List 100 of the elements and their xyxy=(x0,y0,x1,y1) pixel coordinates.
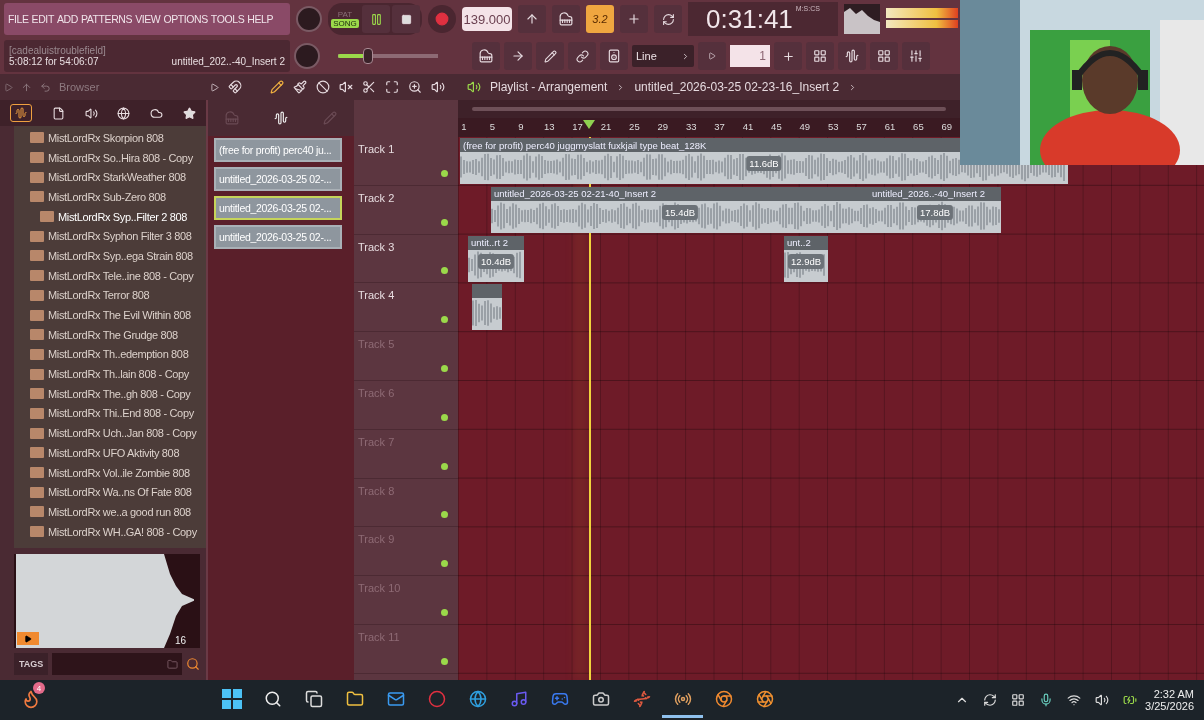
playhead-marker-icon[interactable] xyxy=(583,120,595,129)
timeline-ruler[interactable]: 1 5 9 13 17 21 25 29 33 37 41 45 49 53 57 61 65 69 xyxy=(458,118,960,137)
track-led-icon[interactable] xyxy=(441,169,448,177)
track-led-icon[interactable] xyxy=(441,462,448,470)
mp3-file-icon xyxy=(30,191,44,203)
sync-icon xyxy=(983,693,998,707)
preview-length: 16 xyxy=(174,635,186,646)
menu-item[interactable]: HELP xyxy=(247,13,274,25)
curve-button[interactable] xyxy=(536,42,564,70)
track-name[interactable]: Track 1 xyxy=(358,143,395,185)
browser-item[interactable]: MistLordRx StarkWeather 808 xyxy=(14,167,206,188)
menu-item[interactable]: PATTERNS xyxy=(80,13,133,25)
gain-label: 17.8dB xyxy=(916,204,954,220)
bar-number: 13 xyxy=(543,121,555,132)
browser-item[interactable]: MistLordRx Th..lain 808 - Copy xyxy=(14,364,206,384)
piano-roll-button[interactable] xyxy=(838,42,866,70)
browser-item[interactable]: MistLordRx The Grudge 808 xyxy=(14,324,206,345)
add-pattern-button[interactable] xyxy=(774,42,802,70)
browser-item[interactable]: MistLordRx Wa..ns Of Fate 808 xyxy=(14,482,206,503)
speaker-button[interactable] xyxy=(600,42,628,70)
loop-button[interactable] xyxy=(654,5,682,33)
menu-item[interactable]: ADD xyxy=(56,13,78,25)
keyboard-button[interactable] xyxy=(472,42,500,70)
browser-item[interactable]: MistLordRx Terror 808 xyxy=(14,285,206,306)
menu-item[interactable]: TOOLS xyxy=(210,13,245,25)
browser-item[interactable]: MistLordRx So..Hira 808 - Copy xyxy=(14,147,206,168)
menu-item[interactable]: EDIT xyxy=(31,13,54,25)
browser-item[interactable]: MistLordRx Uch..Jan 808 - Copy xyxy=(14,423,206,443)
track-led-icon[interactable] xyxy=(441,365,448,372)
sliders-icon xyxy=(909,49,923,63)
scrollbar[interactable] xyxy=(458,100,960,118)
browser-item[interactable]: MistLordRx we..a good run 808 xyxy=(14,502,206,522)
audio-clip[interactable] xyxy=(472,284,502,331)
browser-item[interactable]: MistLordRx Vol..ile Zombie 808 xyxy=(14,462,206,483)
browser-item[interactable]: MistLordRx Syp..Filter 2 808 xyxy=(14,206,206,227)
pattern-title: untitled_2026-03-25 02-23-16_Insert 2 xyxy=(634,80,840,94)
slider-thumb[interactable] xyxy=(363,48,373,64)
menu-item[interactable]: VIEW xyxy=(135,13,161,25)
track-led-icon[interactable] xyxy=(441,316,448,324)
browser-item[interactable]: MistLordRx Skorpion 808 xyxy=(14,128,206,148)
snap-select[interactable]: Line xyxy=(632,45,694,67)
track-led-icon[interactable] xyxy=(441,608,448,616)
track-name[interactable]: Track 4 xyxy=(358,289,395,332)
audio-clip[interactable]: untitled_2026..-40_Insert 2 17.8dB xyxy=(869,186,1001,233)
arrow-button[interactable] xyxy=(504,42,532,70)
stop-button[interactable] xyxy=(392,5,420,33)
knob[interactable] xyxy=(296,6,322,32)
audio-clip[interactable]: untit..rt 2 10.4dB xyxy=(468,235,524,282)
browser-item[interactable]: MistLordRx Th..edemption 808 xyxy=(14,344,206,365)
play-icon xyxy=(4,82,13,92)
record-button[interactable] xyxy=(428,5,456,33)
arrangement-grid[interactable]: (free for profit) perc40 juggmyslatt fuxkjail type beat_128K 11.6dB untitled_2026-03-25 02-21-40_Insert 2 15.4dB untitled_2026..-40_Insert 2 17.8dB untit..rt 2 10.4dB unt..2 12.9dB xyxy=(458,137,1204,680)
wait-button[interactable] xyxy=(552,5,580,33)
clip-title: untit..rt 2 xyxy=(468,235,524,250)
track-led-icon[interactable] xyxy=(441,413,448,421)
search-icon xyxy=(186,657,200,671)
audio-clip[interactable]: unt..2 12.9dB xyxy=(784,235,828,282)
clip-header xyxy=(472,284,502,299)
track-led-icon[interactable] xyxy=(441,218,448,226)
search-icon xyxy=(263,689,282,708)
browser-item[interactable]: MistLordRx Syp..ega Strain 808 xyxy=(14,246,206,266)
mixer-button[interactable] xyxy=(902,42,930,70)
browser-item[interactable]: MistLordRx The Evil Within 808 xyxy=(14,305,206,325)
tags-field[interactable] xyxy=(52,653,182,675)
pause-button[interactable] xyxy=(362,5,390,33)
metronome-button[interactable] xyxy=(518,5,546,33)
playlist-button[interactable] xyxy=(806,42,834,70)
track-name[interactable]: Track 2 xyxy=(358,191,395,234)
link-button[interactable] xyxy=(568,42,596,70)
browser-item[interactable]: MistLordRx The..gh 808 - Copy xyxy=(14,383,206,404)
tempo-field[interactable]: 139.000 xyxy=(462,7,512,31)
track-led-icon[interactable] xyxy=(441,267,448,275)
channel-rack-button[interactable] xyxy=(870,42,898,70)
track-led-icon[interactable] xyxy=(441,511,448,519)
browser-item[interactable]: MistLordRx Tele..ine 808 - Copy xyxy=(14,265,206,286)
menu-item[interactable]: OPTIONS xyxy=(163,13,208,25)
track-led-icon[interactable] xyxy=(441,560,448,568)
waveform-icon xyxy=(845,49,859,63)
waveform-tab-icon[interactable] xyxy=(9,104,32,122)
mode-toggle[interactable]: SONG xyxy=(331,19,359,28)
track-name[interactable]: Track 3 xyxy=(358,240,395,283)
clock-time: 2:32 AM xyxy=(1153,688,1194,700)
step-button[interactable] xyxy=(620,5,648,33)
browser-item[interactable]: MistLordRx Sub-Zero 808 xyxy=(14,187,206,207)
track-led-icon[interactable] xyxy=(441,657,448,665)
magnet-icon xyxy=(228,80,242,94)
audio-clip[interactable]: untitled_2026-03-25 02-21-40_Insert 2 15.4dB xyxy=(491,186,869,233)
browser-item[interactable]: MistLordRx Syphon Filter 3 808 xyxy=(14,226,206,247)
menu-item[interactable]: FILE xyxy=(8,13,29,25)
pattern-field[interactable]: 1 xyxy=(730,45,770,67)
countdown-button[interactable]: 3.2 xyxy=(586,5,614,33)
browser-item[interactable]: MistLordRx UFO Aktivity 808 xyxy=(14,443,206,463)
play-button[interactable] xyxy=(17,632,39,645)
tags-button[interactable]: TAGS xyxy=(14,653,49,675)
slice-icon xyxy=(362,80,376,94)
music-icon xyxy=(509,689,528,708)
knob[interactable] xyxy=(294,43,320,69)
browser-item[interactable]: MistLordRx WH..GA! 808 - Copy xyxy=(14,521,206,542)
browser-item[interactable]: MistLordRx Thi..End 808 - Copy xyxy=(14,403,206,424)
clip-title: untitled_2026..-40_Insert 2 xyxy=(869,186,1001,201)
